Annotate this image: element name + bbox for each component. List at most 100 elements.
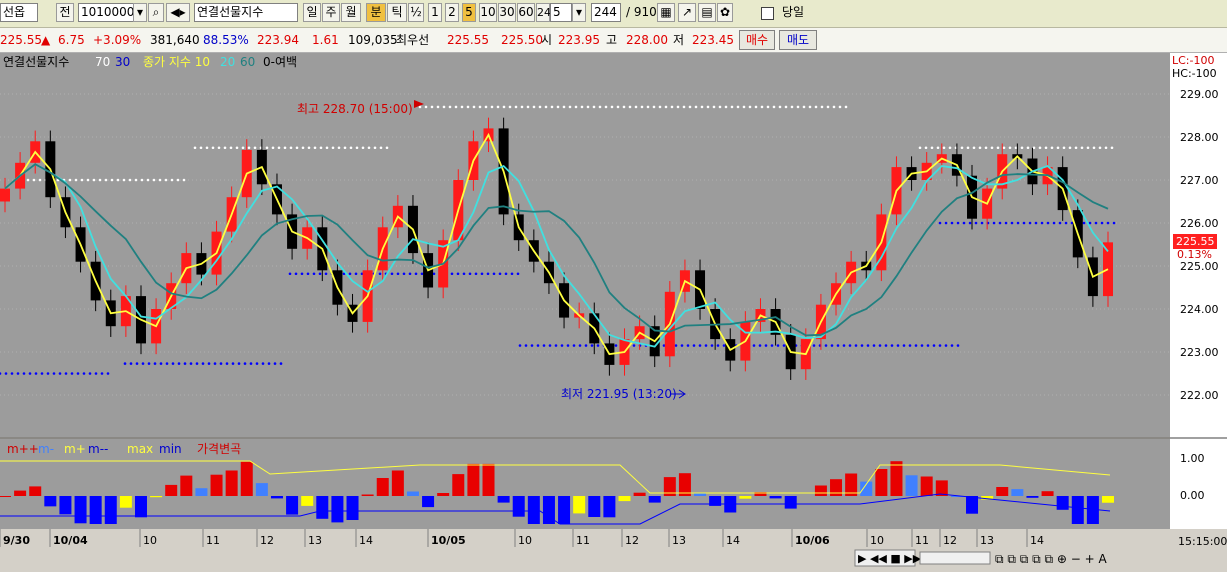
interval-240[interactable]: 240 — [536, 3, 558, 22]
level-dot — [319, 146, 323, 150]
speaker-icon[interactable]: ◀▸ — [166, 3, 190, 22]
legend-name[interactable]: 연결선물지수 — [3, 55, 69, 69]
level-dot — [484, 105, 488, 109]
level-dot — [306, 272, 310, 276]
osc-bar — [996, 487, 1009, 496]
osc-bar — [603, 496, 616, 518]
zoom-slider[interactable] — [919, 551, 991, 565]
level-dot — [866, 344, 870, 347]
line-tool-icon[interactable]: ↗ — [678, 3, 696, 22]
level-dot — [1032, 146, 1036, 150]
osc-bar — [316, 496, 329, 519]
level-dot — [343, 146, 347, 150]
level-dot — [331, 146, 335, 150]
chevron-down-icon[interactable]: ▾ — [133, 3, 147, 22]
change: 6.75 — [58, 33, 85, 47]
level-dot — [924, 146, 928, 150]
level-dot — [134, 178, 138, 182]
jeon-button[interactable]: 전 — [56, 3, 74, 22]
level-dot — [146, 178, 150, 182]
level-dot — [261, 362, 265, 365]
level-dot — [1010, 221, 1014, 225]
level-dot — [74, 178, 78, 182]
level-dot — [1022, 221, 1026, 225]
interval-input[interactable]: 5 — [550, 3, 572, 22]
interval-1[interactable]: 1 — [428, 3, 442, 22]
osc-bar — [467, 463, 480, 496]
level-dot — [706, 105, 710, 109]
level-dot — [1044, 146, 1048, 150]
tab-day[interactable]: 일 — [303, 3, 321, 22]
level-dot — [396, 272, 400, 276]
level-dot — [854, 344, 858, 347]
value-1: 223.94 — [257, 33, 299, 47]
osc-bar — [150, 496, 163, 498]
interval-30[interactable]: 30 — [498, 3, 516, 22]
today-checkbox[interactable] — [761, 7, 774, 20]
interval-5[interactable]: 5 — [462, 3, 476, 22]
chart-tool-icon[interactable]: ▦ — [657, 3, 675, 22]
count-input[interactable]: 244 — [591, 3, 621, 22]
level-dot — [966, 146, 970, 150]
level-dot — [199, 146, 203, 150]
level-dot — [842, 344, 846, 347]
legend-ma4: 60 — [240, 55, 255, 69]
level-dot — [496, 105, 500, 109]
level-dot — [718, 105, 722, 109]
level-dot — [385, 146, 389, 150]
tab-week[interactable]: 주 — [322, 3, 340, 22]
code-input[interactable]: 10100000 — [78, 3, 134, 22]
osc-bar — [905, 475, 918, 496]
interval-10[interactable]: 10 — [479, 3, 497, 22]
osc-bar — [890, 461, 903, 496]
interval-60[interactable]: 60 — [517, 3, 535, 22]
level-dot — [424, 105, 428, 109]
tab-month[interactable]: 월 — [341, 3, 361, 22]
interval-2[interactable]: 2 — [445, 3, 459, 22]
level-dot — [838, 105, 842, 109]
level-dot — [454, 105, 458, 109]
save-icon[interactable]: ▤ — [698, 3, 716, 22]
level-dot — [968, 221, 972, 225]
level-dot — [349, 146, 353, 150]
level-dot — [193, 146, 197, 150]
level-dot — [808, 105, 812, 109]
level-dot — [538, 105, 542, 109]
zoom-icons[interactable]: ⧉ ⧉ ⧉ ⧉ ⧉ ⊕ − + A — [995, 552, 1108, 566]
level-dot — [271, 146, 275, 150]
level-dot — [283, 146, 287, 150]
x-label: 14 — [1030, 534, 1044, 547]
level-dot — [183, 362, 187, 365]
chevron-down-icon[interactable]: ▾ — [572, 3, 586, 22]
market-select[interactable]: 선옵 — [0, 3, 38, 22]
price: 225.55 — [0, 33, 42, 47]
level-dot — [498, 272, 502, 276]
price-chart[interactable]: 연결선물지수 70 30 종가 지수 10 20 60 0-여백 최고 228.… — [0, 53, 1227, 572]
half-button[interactable]: ½ — [408, 3, 424, 22]
osc-bar — [225, 470, 238, 496]
level-dot — [402, 272, 406, 276]
level-dot — [764, 344, 768, 347]
osc-bar — [0, 496, 11, 497]
price-tick: 224.00 — [1180, 303, 1219, 316]
price-tick: 222.00 — [1180, 389, 1219, 402]
level-dot — [998, 221, 1002, 225]
level-dot — [211, 146, 215, 150]
gear-icon[interactable]: ✿ — [717, 3, 733, 22]
tab-minute[interactable]: 분 — [366, 3, 386, 22]
level-dot — [64, 372, 68, 375]
search-icon[interactable]: ⌕ — [148, 3, 164, 22]
level-dot — [4, 372, 8, 375]
buy-button[interactable]: 매수 — [739, 30, 775, 50]
level-dot — [158, 178, 162, 182]
tab-tick[interactable]: 틱 — [387, 3, 407, 22]
svg-text:▶ ◀◀ ■ ▶▶: ▶ ◀◀ ■ ▶▶ — [858, 552, 922, 565]
level-dot — [253, 146, 257, 150]
toolbar: 선옵 전 10100000 ▾ ⌕ ◀▸ 연결선물지수 일 주 월 분 틱 ½ … — [0, 0, 1227, 28]
sell-button[interactable]: 매도 — [779, 30, 817, 50]
level-dot — [1074, 146, 1078, 150]
level-dot — [40, 372, 44, 375]
scroll-controls[interactable]: ▶ ◀◀ ■ ▶▶ ⧉ ⧉ ⧉ ⧉ ⧉ ⊕ − + A — [854, 549, 1108, 567]
today-label: 당일 — [782, 5, 805, 19]
name-input[interactable]: 연결선물지수 — [194, 3, 298, 22]
